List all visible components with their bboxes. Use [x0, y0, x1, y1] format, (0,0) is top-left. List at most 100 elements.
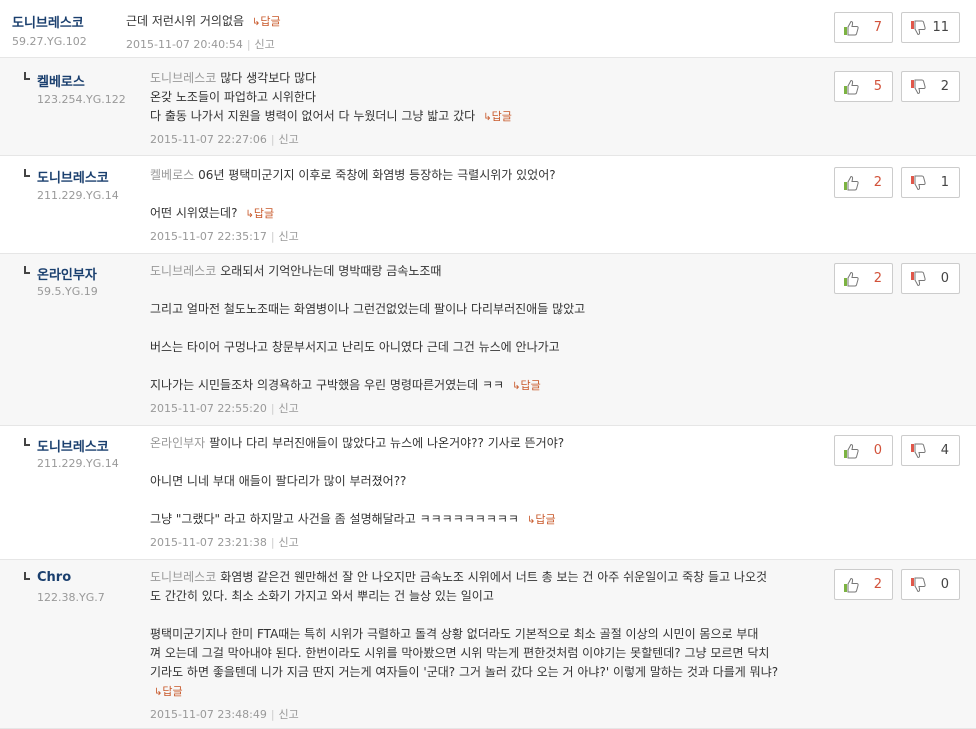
comment-meta: 2015-11-07 20:40:54 | 신고 — [126, 35, 806, 54]
upvote-button[interactable]: 5 — [834, 71, 893, 102]
divider: | — [270, 536, 275, 549]
comment-meta: 2015-11-07 22:55:20 | 신고 — [150, 399, 830, 418]
comment-meta: 2015-11-07 23:48:49 | 신고 — [150, 705, 840, 724]
reply-indent-icon — [24, 438, 30, 446]
upvote-count: 0 — [873, 443, 882, 458]
comment-line: 06년 평택미군기지 이후로 죽창에 화염병 등장하는 극렬시위가 있었어? — [198, 168, 556, 182]
comment-author[interactable]: 도니브레스코 — [37, 436, 109, 455]
comment-line: 그냥 "그랬다" 라고 하지말고 사건을 좀 설명해달라고 ㅋㅋㅋㅋㅋㅋㅋㅋㅋ — [150, 512, 519, 526]
mention-link[interactable]: 도니브레스코 — [150, 71, 216, 85]
mention-link[interactable]: 온라인부자 — [150, 436, 205, 450]
vote-buttons: 0 4 — [834, 435, 960, 466]
mention-link[interactable]: 도니브레스코 — [150, 570, 216, 584]
comment-item: 도니브레스코 211.229.YG.14 온라인부자 팔이나 다리 부러진애들이 … — [0, 426, 976, 560]
comment-item: 도니브레스코 211.229.YG.14 켈베로스 06년 평택미군기지 이후로 … — [0, 156, 976, 254]
reply-link[interactable]: ↳답글 — [252, 15, 281, 28]
upvote-button[interactable]: 2 — [834, 263, 893, 294]
downvote-count: 2 — [940, 79, 949, 94]
comment-item: Chro 122.38.YG.7 도니브레스코 화염병 같은건 웬만해선 잘 안 … — [0, 560, 976, 729]
comment-line: 그리고 얼마전 철도노조때는 화염병이나 그런건없었는데 팔이나 다리부러진애들… — [150, 302, 586, 316]
reply-link[interactable]: ↳답글 — [483, 110, 512, 123]
vote-buttons: 5 2 — [834, 71, 960, 102]
downvote-button[interactable]: 4 — [901, 435, 960, 466]
comment-author[interactable]: 온라인부자 — [37, 264, 97, 283]
comment-ip: 122.38.YG.7 — [37, 591, 105, 604]
reply-link[interactable]: ↳답글 — [512, 379, 541, 392]
reply-link[interactable]: ↳답글 — [245, 207, 274, 220]
thumbs-up-icon — [843, 271, 859, 287]
comment-body: 근데 저런시위 거의없음 ↳답글 2015-11-07 20:40:54 | 신고 — [126, 12, 806, 54]
downvote-count: 0 — [940, 271, 949, 286]
thumbs-up-icon — [843, 443, 859, 459]
comment-line: 많다 생각보다 많다 — [220, 71, 317, 85]
comment-line: 껴 오는데 그걸 막아내야 된다. 한번이라도 시위를 막아봤으면 시위 막는게… — [150, 646, 770, 660]
mention-link[interactable]: 도니브레스코 — [150, 264, 216, 278]
thumbs-down-icon — [910, 577, 926, 593]
downvote-count: 11 — [932, 20, 949, 35]
upvote-button[interactable]: 0 — [834, 435, 893, 466]
reply-arrow-icon: ↳ — [483, 112, 492, 123]
divider: | — [270, 230, 275, 243]
reply-arrow-icon: ↳ — [245, 209, 254, 220]
downvote-button[interactable]: 0 — [901, 569, 960, 600]
reply-indent-icon — [24, 72, 30, 80]
divider: | — [270, 402, 275, 415]
thumbs-down-icon — [910, 79, 926, 95]
comment-line: 근데 저런시위 거의없음 — [126, 14, 245, 28]
comment-item: 온라인부자 59.5.YG.19 도니브레스코 오래되서 기억안나는데 명박때랑 … — [0, 254, 976, 426]
comment-timestamp: 2015-11-07 22:35:17 — [150, 230, 267, 243]
vote-buttons: 2 0 — [834, 569, 960, 600]
comment-body: 도니브레스코 화염병 같은건 웬만해선 잘 안 나오지만 금속노조 시위에서 너트… — [150, 568, 840, 724]
divider: | — [270, 708, 275, 721]
comment-meta: 2015-11-07 22:35:17 | 신고 — [150, 227, 830, 246]
comment-ip: 211.229.YG.14 — [37, 457, 119, 470]
report-link[interactable]: 신고 — [279, 536, 299, 549]
upvote-button[interactable]: 7 — [834, 12, 893, 43]
comment-author[interactable]: 켈베로스 — [37, 71, 85, 90]
comment-meta: 2015-11-07 22:27:06 | 신고 — [150, 130, 830, 149]
downvote-button[interactable]: 11 — [901, 12, 960, 43]
comment-author[interactable]: 도니브레스코 — [37, 167, 109, 186]
reply-indent-icon — [24, 169, 30, 177]
upvote-count: 2 — [873, 271, 882, 286]
downvote-button[interactable]: 2 — [901, 71, 960, 102]
comment-author[interactable]: 도니브레스코 — [12, 12, 84, 31]
downvote-button[interactable]: 0 — [901, 263, 960, 294]
thumbs-up-icon — [843, 577, 859, 593]
report-link[interactable]: 신고 — [279, 133, 299, 146]
comment-timestamp: 2015-11-07 23:48:49 — [150, 708, 267, 721]
comment-line: 온갖 노조들이 파업하고 시위한다 — [150, 90, 317, 104]
report-link[interactable]: 신고 — [279, 230, 299, 243]
downvote-button[interactable]: 1 — [901, 167, 960, 198]
divider: | — [246, 38, 251, 51]
comment-line: 버스는 타이어 구멍나고 창문부서지고 난리도 아니였다 근데 그건 뉴스에 안… — [150, 340, 560, 354]
report-link[interactable]: 신고 — [279, 402, 299, 415]
comment-line: 오래되서 기억안나는데 명박때랑 금속노조때 — [220, 264, 442, 278]
divider: | — [270, 133, 275, 146]
comment-body: 켈베로스 06년 평택미군기지 이후로 죽창에 화염병 등장하는 극렬시위가 있었… — [150, 166, 830, 246]
comment-ip: 123.254.YG.122 — [37, 93, 126, 106]
comment-body: 도니브레스코 오래되서 기억안나는데 명박때랑 금속노조때 그리고 얼마전 철도노… — [150, 262, 830, 418]
reply-link[interactable]: ↳답글 — [154, 685, 183, 698]
comment-meta: 2015-11-07 23:21:38 | 신고 — [150, 533, 830, 552]
comment-author[interactable]: Chro — [37, 570, 71, 585]
comment-timestamp: 2015-11-07 22:27:06 — [150, 133, 267, 146]
upvote-button[interactable]: 2 — [834, 167, 893, 198]
upvote-button[interactable]: 2 — [834, 569, 893, 600]
comment-line: 도 간간히 있다. 최소 소화기 가지고 와서 뿌리는 건 늘상 있는 일이고 — [150, 589, 494, 603]
mention-link[interactable]: 켈베로스 — [150, 168, 194, 182]
thumbs-down-icon — [910, 271, 926, 287]
reply-link[interactable]: ↳답글 — [527, 513, 556, 526]
upvote-count: 5 — [873, 79, 882, 94]
comment-line: 기라도 하면 좋을텐데 니가 지금 딴지 거는게 여자들이 '군대? 그거 놀러… — [150, 665, 779, 679]
vote-buttons: 7 11 — [834, 12, 960, 43]
comment-line: 평택미군기지나 한미 FTA때는 특히 시위가 극렬하고 돌격 상황 없더라도 … — [150, 627, 759, 641]
comment-timestamp: 2015-11-07 20:40:54 — [126, 38, 243, 51]
report-link[interactable]: 신고 — [255, 38, 275, 51]
upvote-count: 7 — [873, 20, 882, 35]
report-link[interactable]: 신고 — [279, 708, 299, 721]
